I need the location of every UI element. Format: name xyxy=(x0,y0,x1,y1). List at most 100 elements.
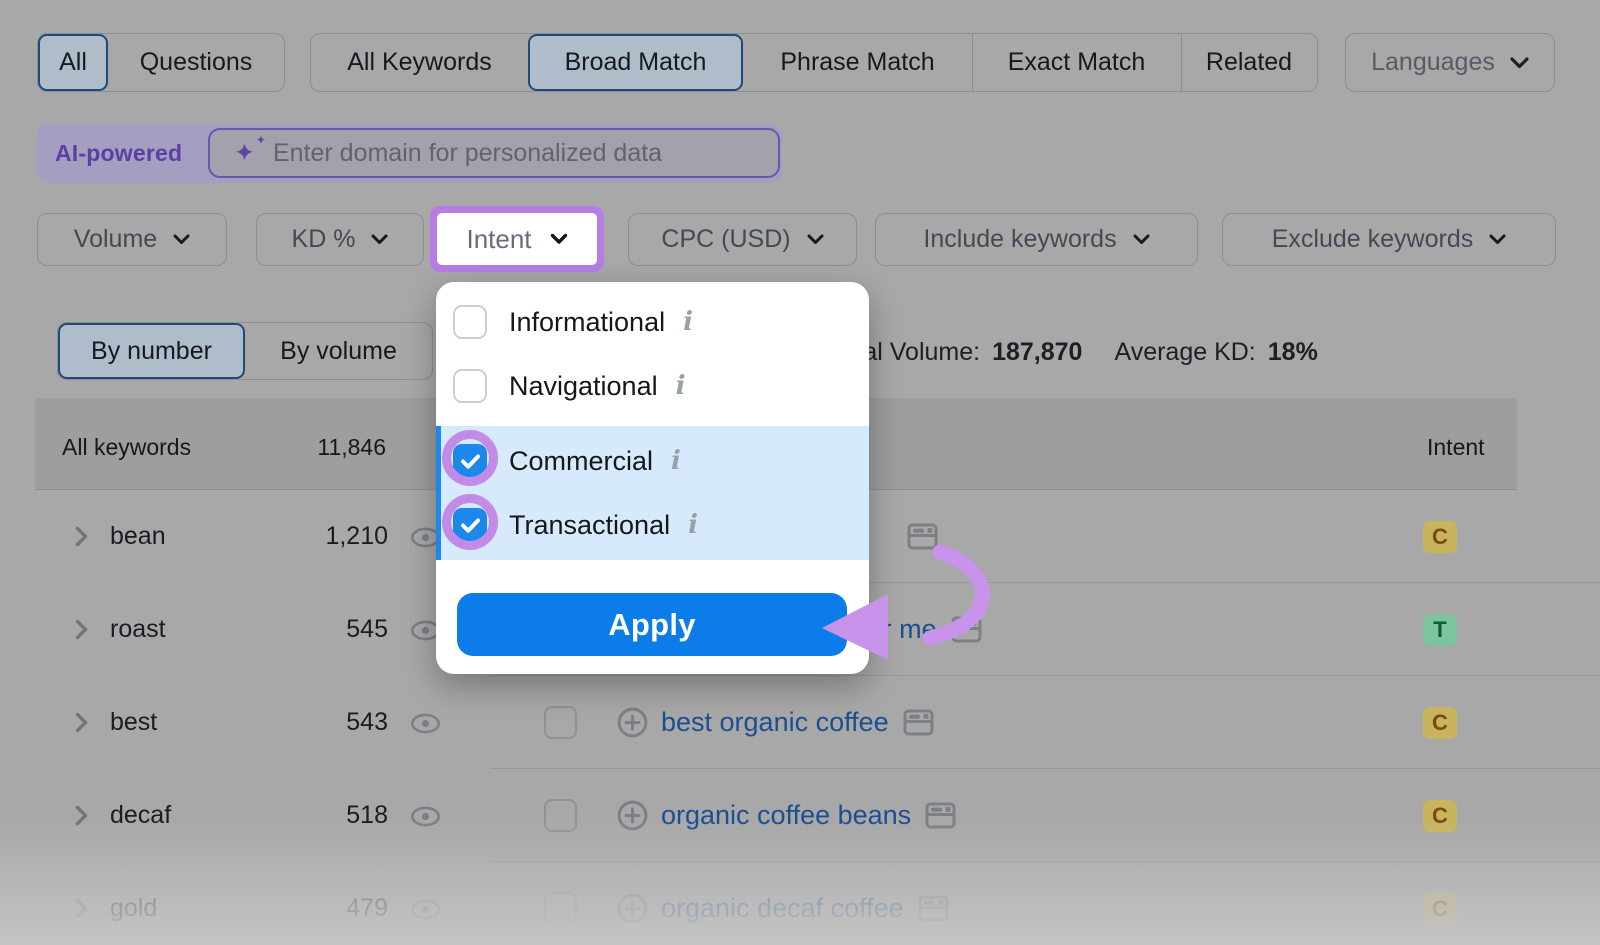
tab-related[interactable]: Related xyxy=(1181,34,1317,91)
chevron-right-icon[interactable] xyxy=(75,526,88,547)
serp-features-icon[interactable] xyxy=(918,895,949,922)
tab-broad-match[interactable]: Broad Match xyxy=(528,34,743,91)
option-label: Informational xyxy=(509,307,665,338)
option-informational[interactable]: Informational i xyxy=(436,290,869,354)
eye-icon[interactable] xyxy=(410,713,441,734)
keyword-magic-tool-screen: All Questions All Keywords Broad Match P… xyxy=(0,0,1600,945)
all-keywords-count: 11,846 xyxy=(317,434,386,461)
cpc-filter-button[interactable]: CPC (USD) xyxy=(628,213,857,266)
group-count: 1,210 xyxy=(268,522,388,551)
group-row-best[interactable]: best 543 xyxy=(35,676,462,769)
toggle-by-volume[interactable]: By volume xyxy=(245,323,432,379)
intent-badge: C xyxy=(1423,707,1457,739)
option-transactional[interactable]: Transactional i xyxy=(436,493,869,557)
ai-powered-bar: AI-powered ✦ ✦ Enter domain for personal… xyxy=(37,123,782,183)
intent-badge: C xyxy=(1423,800,1457,832)
question-filter-tab-group: All Questions xyxy=(37,33,285,92)
average-kd-label: Average KD: xyxy=(1114,338,1255,367)
kd-filter-button[interactable]: KD % xyxy=(256,213,424,266)
plus-circle-icon[interactable] xyxy=(617,800,648,831)
info-icon[interactable]: i xyxy=(671,448,681,474)
apply-button[interactable]: Apply xyxy=(457,593,847,656)
table-row[interactable]: organic decaf coffee C xyxy=(490,862,1600,945)
tab-questions[interactable]: Questions xyxy=(108,34,284,91)
keyword-link[interactable]: organic coffee beans xyxy=(661,800,911,831)
chevron-right-icon[interactable] xyxy=(75,898,88,919)
languages-dropdown-button[interactable]: Languages xyxy=(1345,33,1555,92)
info-icon[interactable]: i xyxy=(683,309,693,335)
total-volume-value: 187,870 xyxy=(992,338,1082,367)
intent-filter-label: Intent xyxy=(466,224,531,255)
group-count: 518 xyxy=(268,801,388,830)
tab-all[interactable]: All xyxy=(38,34,108,91)
option-label: Commercial xyxy=(509,446,653,477)
row-checkbox[interactable] xyxy=(544,799,577,832)
checkbox-unchecked[interactable] xyxy=(453,369,487,403)
intent-column-header[interactable]: Intent xyxy=(1427,434,1485,461)
group-row-gold[interactable]: gold 479 xyxy=(35,862,462,945)
tab-exact-match[interactable]: Exact Match xyxy=(972,34,1181,91)
group-row-bean[interactable]: bean 1,210 xyxy=(35,490,462,583)
option-navigational[interactable]: Navigational i xyxy=(436,354,869,418)
plus-circle-icon[interactable] xyxy=(617,707,648,738)
tab-phrase-match[interactable]: Phrase Match xyxy=(743,34,972,91)
chevron-down-icon xyxy=(1133,234,1150,245)
group-label: decaf xyxy=(110,801,171,830)
group-row-roast[interactable]: roast 545 xyxy=(35,583,462,676)
include-keywords-filter-button[interactable]: Include keywords xyxy=(875,213,1198,266)
checkbox-checked[interactable] xyxy=(453,508,487,542)
annotation-arrow xyxy=(808,538,1008,673)
option-commercial[interactable]: Commercial i xyxy=(436,429,869,493)
group-count: 543 xyxy=(268,708,388,737)
table-row[interactable]: best organic coffee C xyxy=(490,676,1600,769)
row-checkbox[interactable] xyxy=(544,892,577,925)
chevron-down-icon xyxy=(1510,57,1529,69)
volume-filter-button[interactable]: Volume xyxy=(37,213,227,266)
group-sort-toggle: By number By volume xyxy=(57,322,433,380)
eye-icon[interactable] xyxy=(410,806,441,827)
kd-filter-label: KD % xyxy=(292,225,356,254)
chevron-right-icon[interactable] xyxy=(75,712,88,733)
exclude-keywords-filter-button[interactable]: Exclude keywords xyxy=(1222,213,1556,266)
group-label: bean xyxy=(110,522,166,551)
domain-input-placeholder: Enter domain for personalized data xyxy=(273,139,662,168)
chevron-right-icon[interactable] xyxy=(75,805,88,826)
option-label: Transactional xyxy=(509,510,670,541)
domain-input[interactable]: ✦ ✦ Enter domain for personalized data xyxy=(208,128,780,178)
eye-icon[interactable] xyxy=(410,899,441,920)
row-checkbox[interactable] xyxy=(544,706,577,739)
chevron-down-icon xyxy=(550,233,568,245)
table-row[interactable]: organic coffee beans C xyxy=(490,769,1600,862)
checkbox-checked[interactable] xyxy=(453,444,487,478)
summary-stats: Total Volume: 187,870 Average KD: 18% xyxy=(830,338,1318,367)
group-label: best xyxy=(110,708,157,737)
option-label: Navigational xyxy=(509,371,658,402)
exclude-keywords-label: Exclude keywords xyxy=(1272,225,1473,254)
group-count: 479 xyxy=(268,894,388,923)
keyword-groups-panel: bean 1,210 roast 545 best 543 xyxy=(35,490,462,945)
info-icon[interactable]: i xyxy=(676,373,686,399)
intent-filter-button[interactable]: Intent xyxy=(437,213,597,265)
keyword-link[interactable]: organic decaf coffee xyxy=(661,893,904,924)
group-row-decaf[interactable]: decaf 518 xyxy=(35,769,462,862)
chevron-right-icon[interactable] xyxy=(75,619,88,640)
groups-header: All keywords 11,846 xyxy=(35,398,462,490)
serp-features-icon[interactable] xyxy=(903,709,934,736)
chevron-down-icon xyxy=(371,234,388,245)
sparkle-icon: ✦ ✦ xyxy=(234,141,255,166)
all-keywords-header-label[interactable]: All keywords xyxy=(62,434,191,461)
plus-circle-icon[interactable] xyxy=(617,893,648,924)
keyword-link[interactable]: best organic coffee xyxy=(661,707,889,738)
info-icon[interactable]: i xyxy=(688,512,698,538)
tab-all-keywords[interactable]: All Keywords xyxy=(311,34,528,91)
selected-options-block: Commercial i Transactional i xyxy=(436,426,869,560)
languages-label: Languages xyxy=(1371,48,1495,77)
intent-badge: T xyxy=(1423,614,1457,646)
checkbox-unchecked[interactable] xyxy=(453,305,487,339)
serp-features-icon[interactable] xyxy=(925,802,956,829)
cpc-filter-label: CPC (USD) xyxy=(661,225,790,254)
ai-powered-badge: AI-powered xyxy=(55,123,182,183)
chevron-down-icon xyxy=(173,234,190,245)
toggle-by-number[interactable]: By number xyxy=(58,323,245,379)
volume-filter-label: Volume xyxy=(74,225,157,254)
